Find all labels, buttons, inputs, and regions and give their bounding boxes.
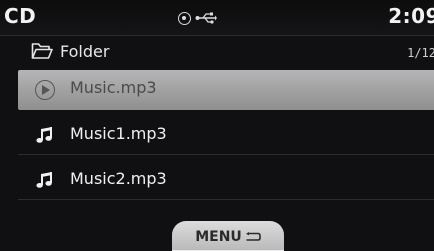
clock: 2:09 xyxy=(388,4,434,28)
back-icon xyxy=(245,232,261,241)
folder-icon xyxy=(31,43,53,59)
menu-button[interactable]: MENU xyxy=(172,221,284,251)
cd-player-screen: CD 2:09 Folder 1/12 Music.mp3 Music1.mp3… xyxy=(0,0,434,251)
usb-icon xyxy=(195,12,217,24)
menu-label: MENU xyxy=(195,229,242,245)
list-item-label: Music1.mp3 xyxy=(70,124,167,143)
status-icons xyxy=(178,11,217,25)
play-icon xyxy=(35,80,55,100)
folder-name: Folder xyxy=(60,42,110,61)
list-item-label: Music.mp3 xyxy=(70,78,157,97)
status-bar: CD 2:09 xyxy=(0,0,434,36)
folder-row[interactable]: Folder 1/12 xyxy=(0,38,434,66)
list-item-label: Music2.mp3 xyxy=(70,169,167,188)
track-counter: 1/12 xyxy=(407,46,434,60)
disc-icon xyxy=(178,11,191,25)
list-item-music[interactable]: Music.mp3 xyxy=(18,70,434,110)
app-title: CD xyxy=(4,4,37,28)
list-item-music1[interactable]: Music1.mp3 xyxy=(18,115,434,155)
list-item-music2[interactable]: Music2.mp3 xyxy=(18,160,434,200)
music-note-icon xyxy=(36,172,52,188)
file-list: Music.mp3 Music1.mp3 Music2.mp3 xyxy=(18,70,434,205)
music-note-icon xyxy=(36,127,52,143)
